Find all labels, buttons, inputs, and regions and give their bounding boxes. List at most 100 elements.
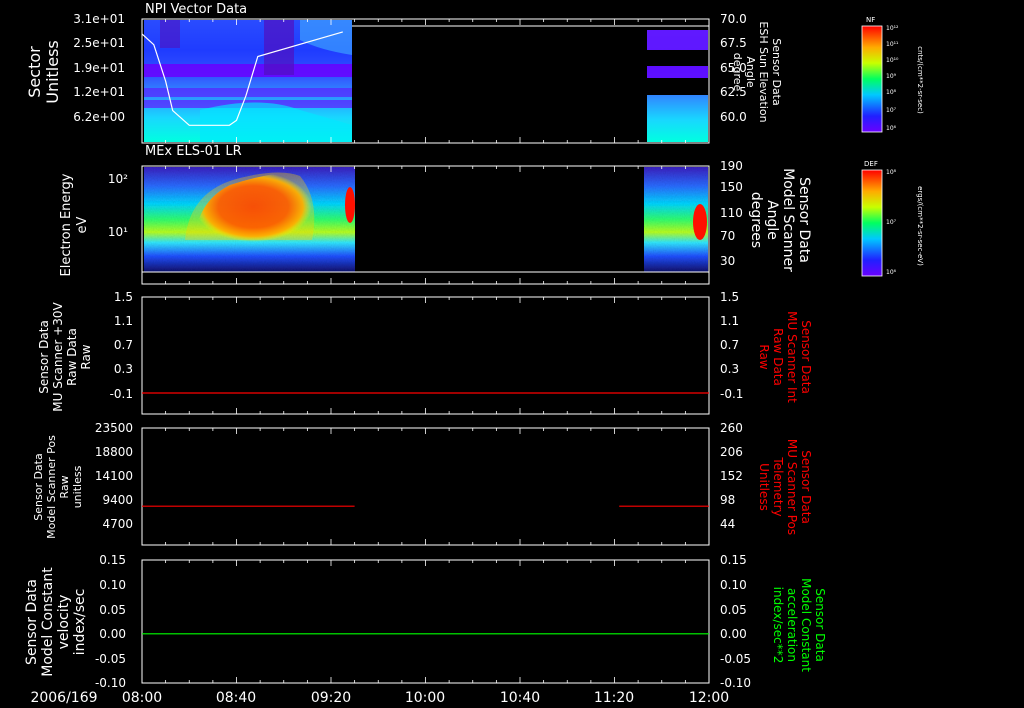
mu-raw-right-axis-title: Sensor Data MU Scanner Int Raw Data Raw xyxy=(757,311,813,403)
els-panel: MEx ELS-01 LR xyxy=(141,144,710,285)
axis-title: ESH Sun Elevation xyxy=(757,21,770,122)
colorbar-tick: 10¹⁰ xyxy=(886,57,899,64)
date-label: 2006/169 xyxy=(30,690,97,706)
tick-label: 4700 xyxy=(102,517,133,531)
time-tick-label: 11:20 xyxy=(594,690,634,706)
els-title: MEx ELS-01 LR xyxy=(145,144,242,159)
colorbar-scale xyxy=(861,25,883,133)
mu-raw-plot-frame xyxy=(141,296,710,415)
els-right-ticks: 190 150 110 70 30 xyxy=(720,159,743,268)
colorbar-units: cnts/(cm**2-sr-sec) xyxy=(916,46,924,114)
tick-label: 0.00 xyxy=(99,627,126,641)
tick-label: 3.1e+01 xyxy=(73,12,125,26)
axis-title: Raw xyxy=(79,344,93,369)
axis-title: Telemetry xyxy=(771,456,785,516)
axis-title: Sector xyxy=(25,46,44,98)
colorbar-tick: 10¹¹ xyxy=(886,41,899,48)
colorbar-label: NF xyxy=(866,16,875,24)
mu-raw-right-ticks: 1.5 1.1 0.7 0.3 -0.1 xyxy=(720,290,743,401)
tick-label: 260 xyxy=(720,421,743,435)
time-tick-label: 10:00 xyxy=(405,690,445,706)
tick-label: -0.05 xyxy=(95,652,126,666)
npi-stripe xyxy=(647,30,708,50)
tick-label: 0.15 xyxy=(99,553,126,567)
tick-label: 0.00 xyxy=(720,627,747,641)
npi-left-ticks: 3.1e+01 2.5e+01 1.9e+01 1.2e+01 6.2e+00 xyxy=(73,12,125,124)
tick-label: 206 xyxy=(720,445,743,459)
npi-gap xyxy=(647,78,708,95)
tick-label: -0.1 xyxy=(720,387,743,401)
tick-label: 1.5 xyxy=(114,290,133,304)
els-right-axis-title: Sensor Data Model Scanner Angle degrees xyxy=(748,168,812,272)
tick-label: -0.1 xyxy=(110,387,133,401)
axis-title: index/sec**2 xyxy=(771,587,785,664)
axis-title: MU Scanner Pos xyxy=(785,439,799,535)
axis-title: Sensor Data xyxy=(796,177,812,263)
axis-title: Unitless xyxy=(757,463,771,511)
npi-stripe xyxy=(647,66,708,78)
axis-title: Raw xyxy=(58,475,71,498)
axis-title: Model Constant xyxy=(799,578,813,672)
axis-title: MU Scanner Int xyxy=(785,311,799,403)
tick-label: 0.3 xyxy=(114,362,133,376)
npi-left-axis-title: Sector Unitless xyxy=(25,40,62,104)
tick-label: 0.05 xyxy=(720,603,747,617)
colorbar-tick: 10⁷ xyxy=(886,219,897,226)
axis-title: eV xyxy=(75,216,90,233)
scanner-pos-left-axis-title: Sensor Data Model Scanner Pos Raw unitle… xyxy=(32,435,84,539)
axis-title: Model Constant xyxy=(40,567,56,677)
els-colorbar: DEF 10⁸ 10⁷ 10⁶ ergs/(cm**2-sr-sec-eV) xyxy=(861,160,924,277)
velocity-right-axis-title: Sensor Data Model Constant acceleration … xyxy=(771,578,827,672)
tick-label: 10¹ xyxy=(108,225,128,239)
tick-label: 2.5e+01 xyxy=(73,36,125,50)
npi-spectrogram xyxy=(144,20,708,142)
tick-label: 0.05 xyxy=(99,603,126,617)
tick-label: 0.10 xyxy=(99,578,126,592)
scanner-pos-right-axis-title: Sensor Data MU Scanner Pos Telemetry Uni… xyxy=(757,439,813,535)
tick-label: 23500 xyxy=(95,421,133,435)
time-tick-label: 09:20 xyxy=(311,690,351,706)
tick-label: 9400 xyxy=(102,493,133,507)
axis-title: Sensor Data xyxy=(799,450,813,524)
tick-label: 0.3 xyxy=(720,362,739,376)
velocity-left-axis-title: Sensor Data Model Constant velocity inde… xyxy=(24,567,88,677)
tick-label: -0.10 xyxy=(720,676,751,690)
axis-title: MU Scanner +30V xyxy=(51,302,65,412)
scanner-pos-left-ticks: 23500 18800 14100 9400 4700 xyxy=(95,421,133,531)
axis-title: Unitless xyxy=(43,40,62,104)
tick-label: 110 xyxy=(720,206,743,220)
colorbar-tick: 10⁹ xyxy=(886,73,897,80)
colorbar-tick: 10⁷ xyxy=(886,107,897,114)
els-spectrogram xyxy=(144,167,708,272)
axis-title: Sensor Data xyxy=(37,320,51,394)
tick-label: 1.1 xyxy=(114,314,133,328)
tick-label: 10² xyxy=(108,172,128,186)
axis-title: Sensor Data xyxy=(813,588,827,662)
time-tick-label: 12:00 xyxy=(689,690,729,706)
tick-label: 14100 xyxy=(95,469,133,483)
axis-title: Sensor Data xyxy=(770,38,783,105)
colorbar-label: DEF xyxy=(864,160,878,168)
els-hot-spot xyxy=(345,187,355,223)
axis-title: index/sec xyxy=(72,589,88,656)
time-tick-label: 10:40 xyxy=(500,690,540,706)
tick-label: 0.15 xyxy=(720,553,747,567)
tick-label: 0.10 xyxy=(720,578,747,592)
tick-label: 44 xyxy=(720,517,735,531)
colorbar-tick: 10⁶ xyxy=(886,269,897,276)
tick-label: 60.0 xyxy=(720,110,747,124)
axis-title: Raw Data xyxy=(771,328,785,386)
tick-label: 0.7 xyxy=(114,338,133,352)
velocity-left-ticks: 0.15 0.10 0.05 0.00 -0.05 -0.10 xyxy=(95,553,126,690)
tick-label: 190 xyxy=(720,159,743,173)
time-axis: 2006/169 08:00 08:40 09:20 10:00 10:40 1… xyxy=(30,690,729,706)
colorbar-tick: 10¹² xyxy=(886,25,899,32)
axis-title: degrees xyxy=(748,192,764,248)
colorbar-scale xyxy=(861,169,883,277)
tick-label: 1.1 xyxy=(720,314,739,328)
tick-label: 152 xyxy=(720,469,743,483)
tick-label: 1.5 xyxy=(720,290,739,304)
velocity-plot-frame xyxy=(141,559,710,684)
colorbar-tick: 10⁸ xyxy=(886,89,897,96)
tick-label: 150 xyxy=(720,180,743,194)
